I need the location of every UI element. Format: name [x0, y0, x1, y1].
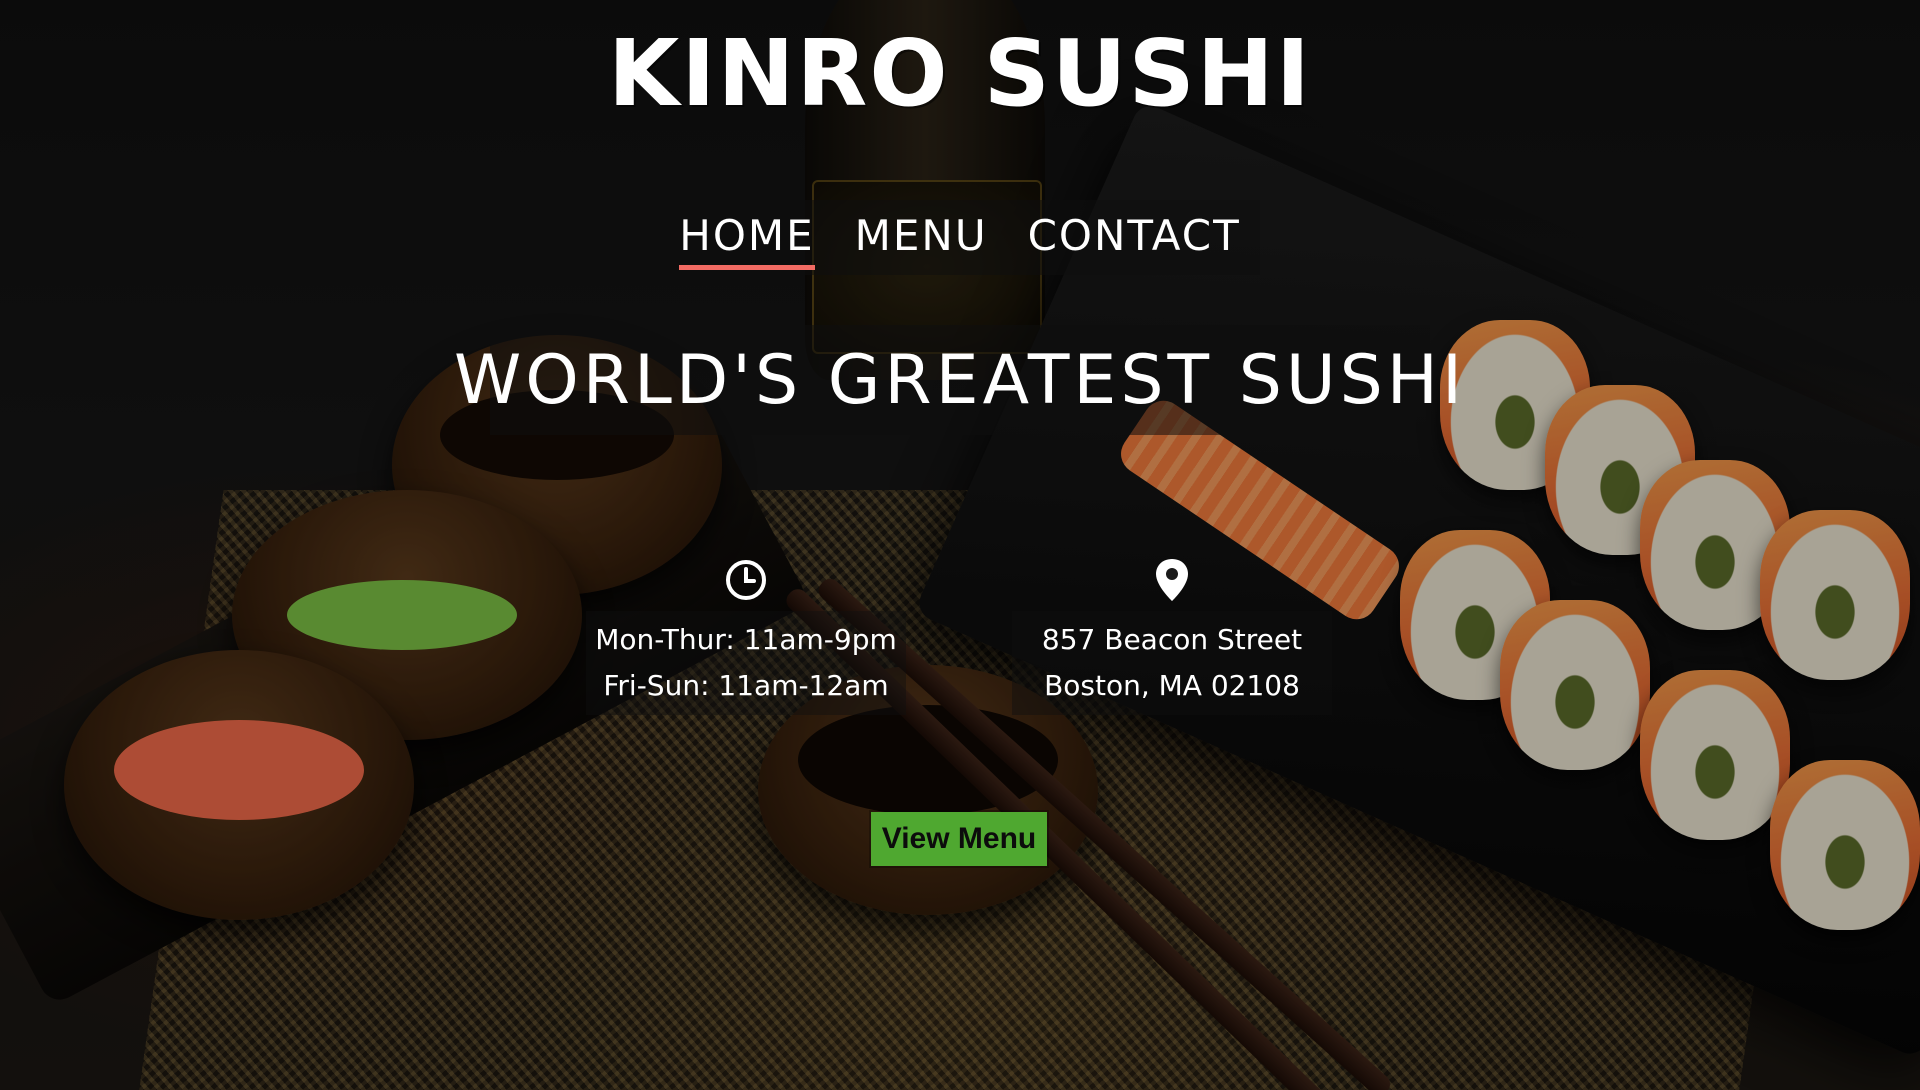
hours-weekday: Mon-Thur: 11am-9pm — [595, 623, 897, 656]
address-text: 857 Beacon Street Boston, MA 02108 — [1012, 611, 1332, 715]
address-city: Boston, MA 02108 — [1044, 669, 1300, 702]
hours-weekend: Fri-Sun: 11am-12am — [603, 669, 889, 702]
view-menu-button[interactable]: View Menu — [871, 812, 1047, 866]
hours-block: Mon-Thur: 11am-9pm Fri-Sun: 11am-12am — [586, 555, 906, 715]
hero-title: WORLD'S GREATEST SUSHI — [454, 340, 1466, 420]
nav-menu[interactable]: MENU — [855, 211, 988, 264]
clock-icon — [726, 560, 766, 600]
main-nav: HOME MENU CONTACT — [660, 200, 1260, 275]
hero-page: Kinro Sushi HOME MENU CONTACT WORLD'S GR… — [0, 0, 1920, 1090]
hero-banner: WORLD'S GREATEST SUSHI — [454, 325, 1462, 435]
nav-home[interactable]: HOME — [679, 211, 816, 270]
background-overlay — [0, 0, 1920, 1090]
map-pin-icon — [1156, 559, 1188, 601]
site-logo[interactable]: Kinro Sushi — [0, 20, 1920, 127]
nav-contact[interactable]: CONTACT — [1028, 211, 1241, 264]
hours-text: Mon-Thur: 11am-9pm Fri-Sun: 11am-12am — [586, 611, 906, 715]
address-block: 857 Beacon Street Boston, MA 02108 — [1012, 555, 1332, 715]
address-street: 857 Beacon Street — [1041, 623, 1303, 656]
